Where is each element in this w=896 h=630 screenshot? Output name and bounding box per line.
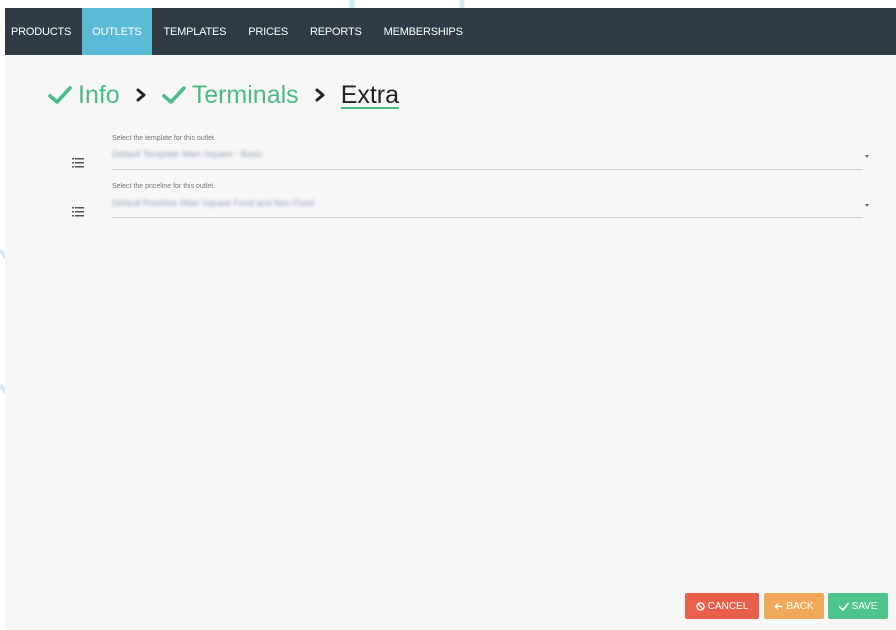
priceline-select-label: Select the priceline for this outlet bbox=[112, 183, 214, 190]
back-button-label: BACK bbox=[786, 600, 814, 612]
nav-item-products[interactable]: PRODUCTS bbox=[5, 8, 82, 55]
save-button-label: SAVE bbox=[851, 600, 878, 612]
arrow-left-icon bbox=[775, 602, 784, 610]
chevron-down-icon bbox=[865, 155, 869, 158]
template-select-underline bbox=[112, 169, 863, 170]
priceline-select-underline bbox=[112, 217, 863, 218]
check-icon bbox=[161, 86, 186, 104]
app-frame: PRODUCTS OUTLETS TEMPLATES PRICES REPORT… bbox=[5, 8, 896, 630]
nav-item-memberships[interactable]: MEMBERSHIPS bbox=[373, 8, 474, 55]
priceline-select-value: Default Priceline Main Square Food and N… bbox=[112, 198, 315, 208]
list-icon bbox=[72, 207, 84, 217]
nav-item-prices[interactable]: PRICES bbox=[237, 8, 299, 55]
save-button[interactable]: SAVE bbox=[828, 593, 888, 619]
top-navbar: PRODUCTS OUTLETS TEMPLATES PRICES REPORT… bbox=[5, 8, 896, 55]
back-button[interactable]: BACK bbox=[764, 593, 824, 619]
step-info[interactable]: Info bbox=[78, 81, 120, 110]
cancel-button[interactable]: CANCEL bbox=[685, 593, 759, 619]
template-select-label: Select the template for this outlet bbox=[112, 135, 214, 142]
step-terminals[interactable]: Terminals bbox=[192, 81, 299, 110]
list-icon bbox=[72, 158, 84, 168]
template-select-field[interactable]: Select the template for this outlet Defa… bbox=[65, 132, 869, 172]
nav-item-reports[interactable]: REPORTS bbox=[299, 8, 373, 55]
chevron-down-icon bbox=[865, 204, 869, 207]
cancel-button-label: CANCEL bbox=[707, 600, 749, 612]
nav-item-outlets[interactable]: OUTLETS bbox=[82, 8, 153, 55]
wizard-stepper: Info Terminals Extra bbox=[48, 78, 399, 112]
chevron-right-icon bbox=[315, 88, 325, 102]
ban-icon bbox=[695, 601, 705, 611]
nav-item-templates[interactable]: TEMPLATES bbox=[152, 8, 237, 55]
template-select-value: Default Template Main Square - Basic bbox=[112, 149, 263, 159]
chevron-right-icon bbox=[136, 88, 146, 102]
priceline-select-field[interactable]: Select the priceline for this outlet Def… bbox=[65, 180, 869, 220]
step-extra[interactable]: Extra bbox=[341, 81, 399, 110]
check-icon bbox=[48, 86, 72, 104]
check-icon bbox=[838, 602, 849, 611]
